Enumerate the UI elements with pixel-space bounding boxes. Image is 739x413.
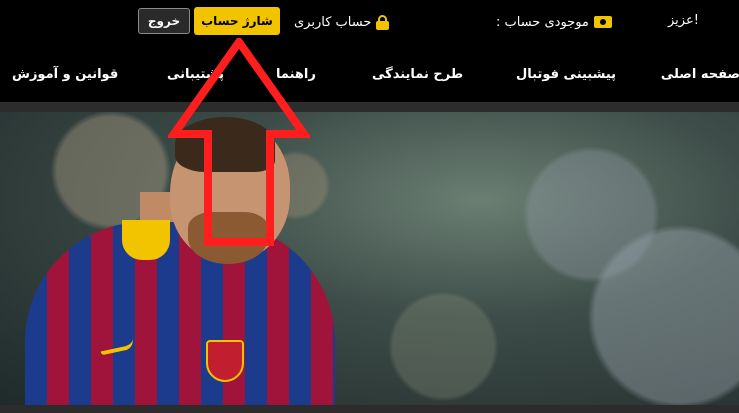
- money-icon: [593, 16, 612, 28]
- nav-item-agency-plan[interactable]: طرح نمایندگی: [372, 67, 463, 82]
- top-bar: خروج شارژ حساب حساب کاربری موجودی حساب :…: [0, 0, 739, 44]
- balance-label: موجودی حساب :: [496, 14, 589, 30]
- user-account-link[interactable]: حساب کاربری: [294, 13, 390, 31]
- user-account-label: حساب کاربری: [294, 14, 372, 30]
- greeting-text: عزیز!: [668, 13, 699, 28]
- player-shirt: [25, 222, 335, 405]
- hero-bottom-border: [0, 405, 739, 413]
- main-navigation: صفحه اصلی پیشبینی فوتبال طرح نمایندگی را…: [0, 44, 739, 102]
- nav-item-football-prediction[interactable]: پیشبینی فوتبال: [516, 67, 616, 82]
- hero-image: [0, 112, 739, 405]
- hero-top-border: [0, 102, 739, 112]
- nav-item-home[interactable]: صفحه اصلی: [661, 67, 739, 82]
- logout-button[interactable]: خروج: [138, 8, 190, 34]
- club-crest-icon: [206, 340, 244, 382]
- shirt-collar: [122, 220, 170, 260]
- nav-item-rules[interactable]: قوانین و آموزش: [12, 67, 118, 82]
- lock-icon: [376, 14, 390, 30]
- account-balance: موجودی حساب :: [496, 13, 612, 31]
- charge-account-button[interactable]: شارژ حساب: [194, 7, 280, 35]
- red-arrow-annotation-icon: [168, 38, 310, 246]
